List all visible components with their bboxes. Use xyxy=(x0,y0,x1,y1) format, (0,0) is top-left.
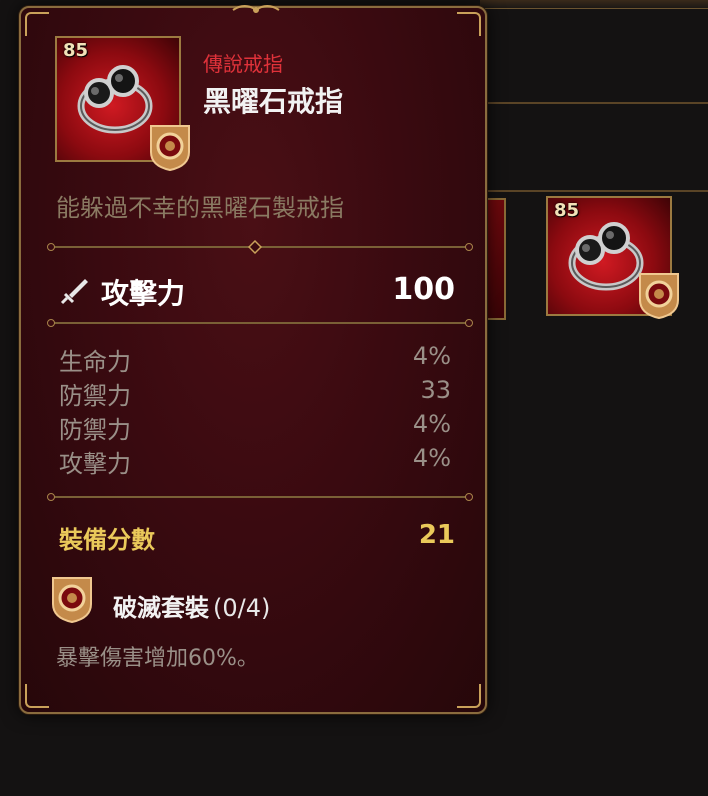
sub-stat-row: 生命力 4% xyxy=(59,342,455,376)
destruction-set-emblem-icon xyxy=(52,577,92,624)
sub-stat-label: 防禦力 xyxy=(59,416,131,444)
section-divider xyxy=(47,319,473,327)
section-divider xyxy=(47,240,473,254)
sub-stat-label: 攻擊力 xyxy=(59,450,131,478)
sub-stat-value: 4% xyxy=(412,410,451,438)
sub-stat-row: 防禦力 33 xyxy=(59,376,455,410)
item-rarity: 傳說戒指 xyxy=(203,52,283,76)
main-stat-row: 攻擊力 100 xyxy=(59,272,455,312)
set-effect-description: 暴擊傷害增加60%。 xyxy=(56,646,259,671)
item-tooltip: 85 傳說戒指 黑曜石戒指 能躲過不幸的黑曜石製戒指 攻擊力 100 生命力 4… xyxy=(19,5,487,714)
destruction-set-emblem-icon xyxy=(150,125,190,172)
frame-corner-ornament xyxy=(25,684,49,708)
main-stat-label: 攻擊力 xyxy=(101,277,186,310)
main-stat-value: 100 xyxy=(392,272,455,307)
background-divider xyxy=(488,190,708,192)
background-panel-edge xyxy=(480,0,708,9)
item-icon: 85 xyxy=(55,36,190,172)
set-piece-count: (0/4) xyxy=(213,594,271,622)
frame-top-ornament xyxy=(232,5,280,13)
sub-stat-row: 攻擊力 4% xyxy=(59,444,455,478)
frame-corner-ornament xyxy=(457,12,481,36)
set-name: 破滅套裝 (0/4) xyxy=(113,588,270,623)
equipment-score-row: 裝備分數 21 xyxy=(59,520,455,554)
background-item-slot[interactable]: 85 xyxy=(546,196,679,320)
item-description: 能躲過不幸的黑曜石製戒指 xyxy=(56,194,344,222)
item-name: 黑曜石戒指 xyxy=(203,85,344,118)
sub-stat-value: 4% xyxy=(412,342,451,370)
sub-stat-row: 防禦力 4% xyxy=(59,410,455,444)
background-divider xyxy=(488,102,708,104)
frame-corner-ornament xyxy=(25,12,49,36)
sub-stat-value: 33 xyxy=(420,376,451,404)
sub-stat-value: 4% xyxy=(412,444,451,472)
sub-stat-label: 生命力 xyxy=(59,348,131,376)
frame-corner-ornament xyxy=(457,684,481,708)
equipment-score-value: 21 xyxy=(418,520,455,550)
sub-stat-label: 防禦力 xyxy=(59,382,131,410)
section-divider xyxy=(47,493,473,501)
sword-icon xyxy=(60,279,88,305)
equipment-score-label: 裝備分數 xyxy=(59,526,155,554)
destruction-set-emblem-icon xyxy=(639,273,679,320)
divider-gem-ornament xyxy=(248,240,262,254)
set-name-label: 破滅套裝 xyxy=(113,594,209,622)
